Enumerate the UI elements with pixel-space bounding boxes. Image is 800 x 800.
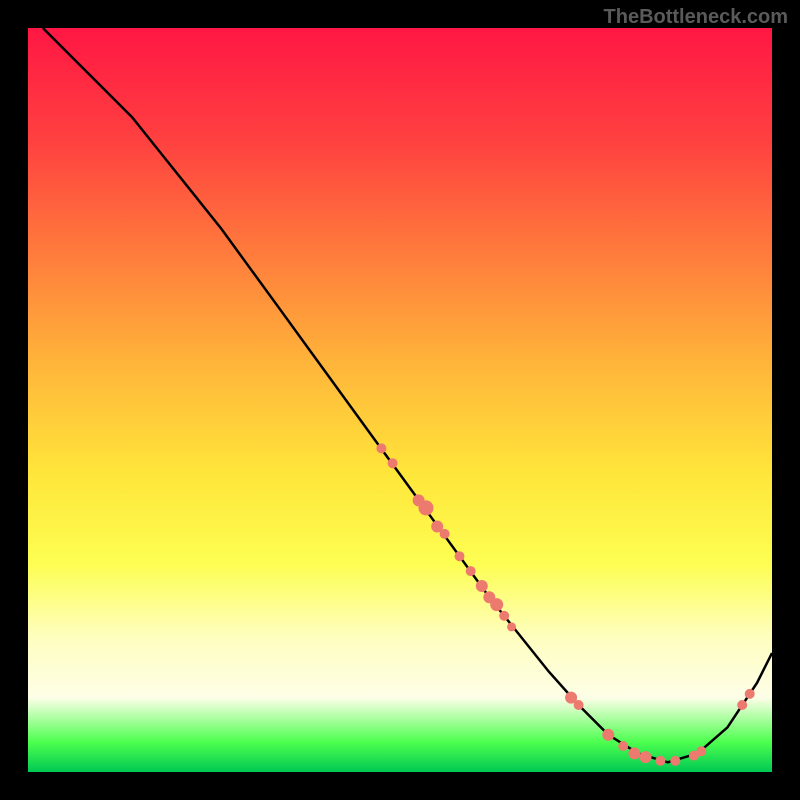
data-point <box>640 751 652 763</box>
chart-background <box>28 28 772 772</box>
data-point <box>419 500 434 515</box>
data-point <box>655 756 665 766</box>
data-point <box>490 598 503 611</box>
data-point <box>476 580 488 592</box>
data-point <box>670 756 680 766</box>
watermark-text: TheBottleneck.com <box>604 6 788 29</box>
data-point <box>696 746 706 756</box>
data-point <box>745 689 755 699</box>
data-point <box>574 700 584 710</box>
data-point <box>388 458 398 468</box>
data-point <box>376 443 386 453</box>
data-point <box>618 741 628 751</box>
data-point <box>499 611 509 621</box>
data-point <box>466 566 476 576</box>
plot-area <box>28 28 772 772</box>
data-point <box>628 747 640 759</box>
chart-svg <box>28 28 772 772</box>
data-point <box>737 700 747 710</box>
data-point <box>440 529 450 539</box>
data-point <box>602 729 614 741</box>
data-point <box>455 551 465 561</box>
data-point <box>507 622 516 631</box>
